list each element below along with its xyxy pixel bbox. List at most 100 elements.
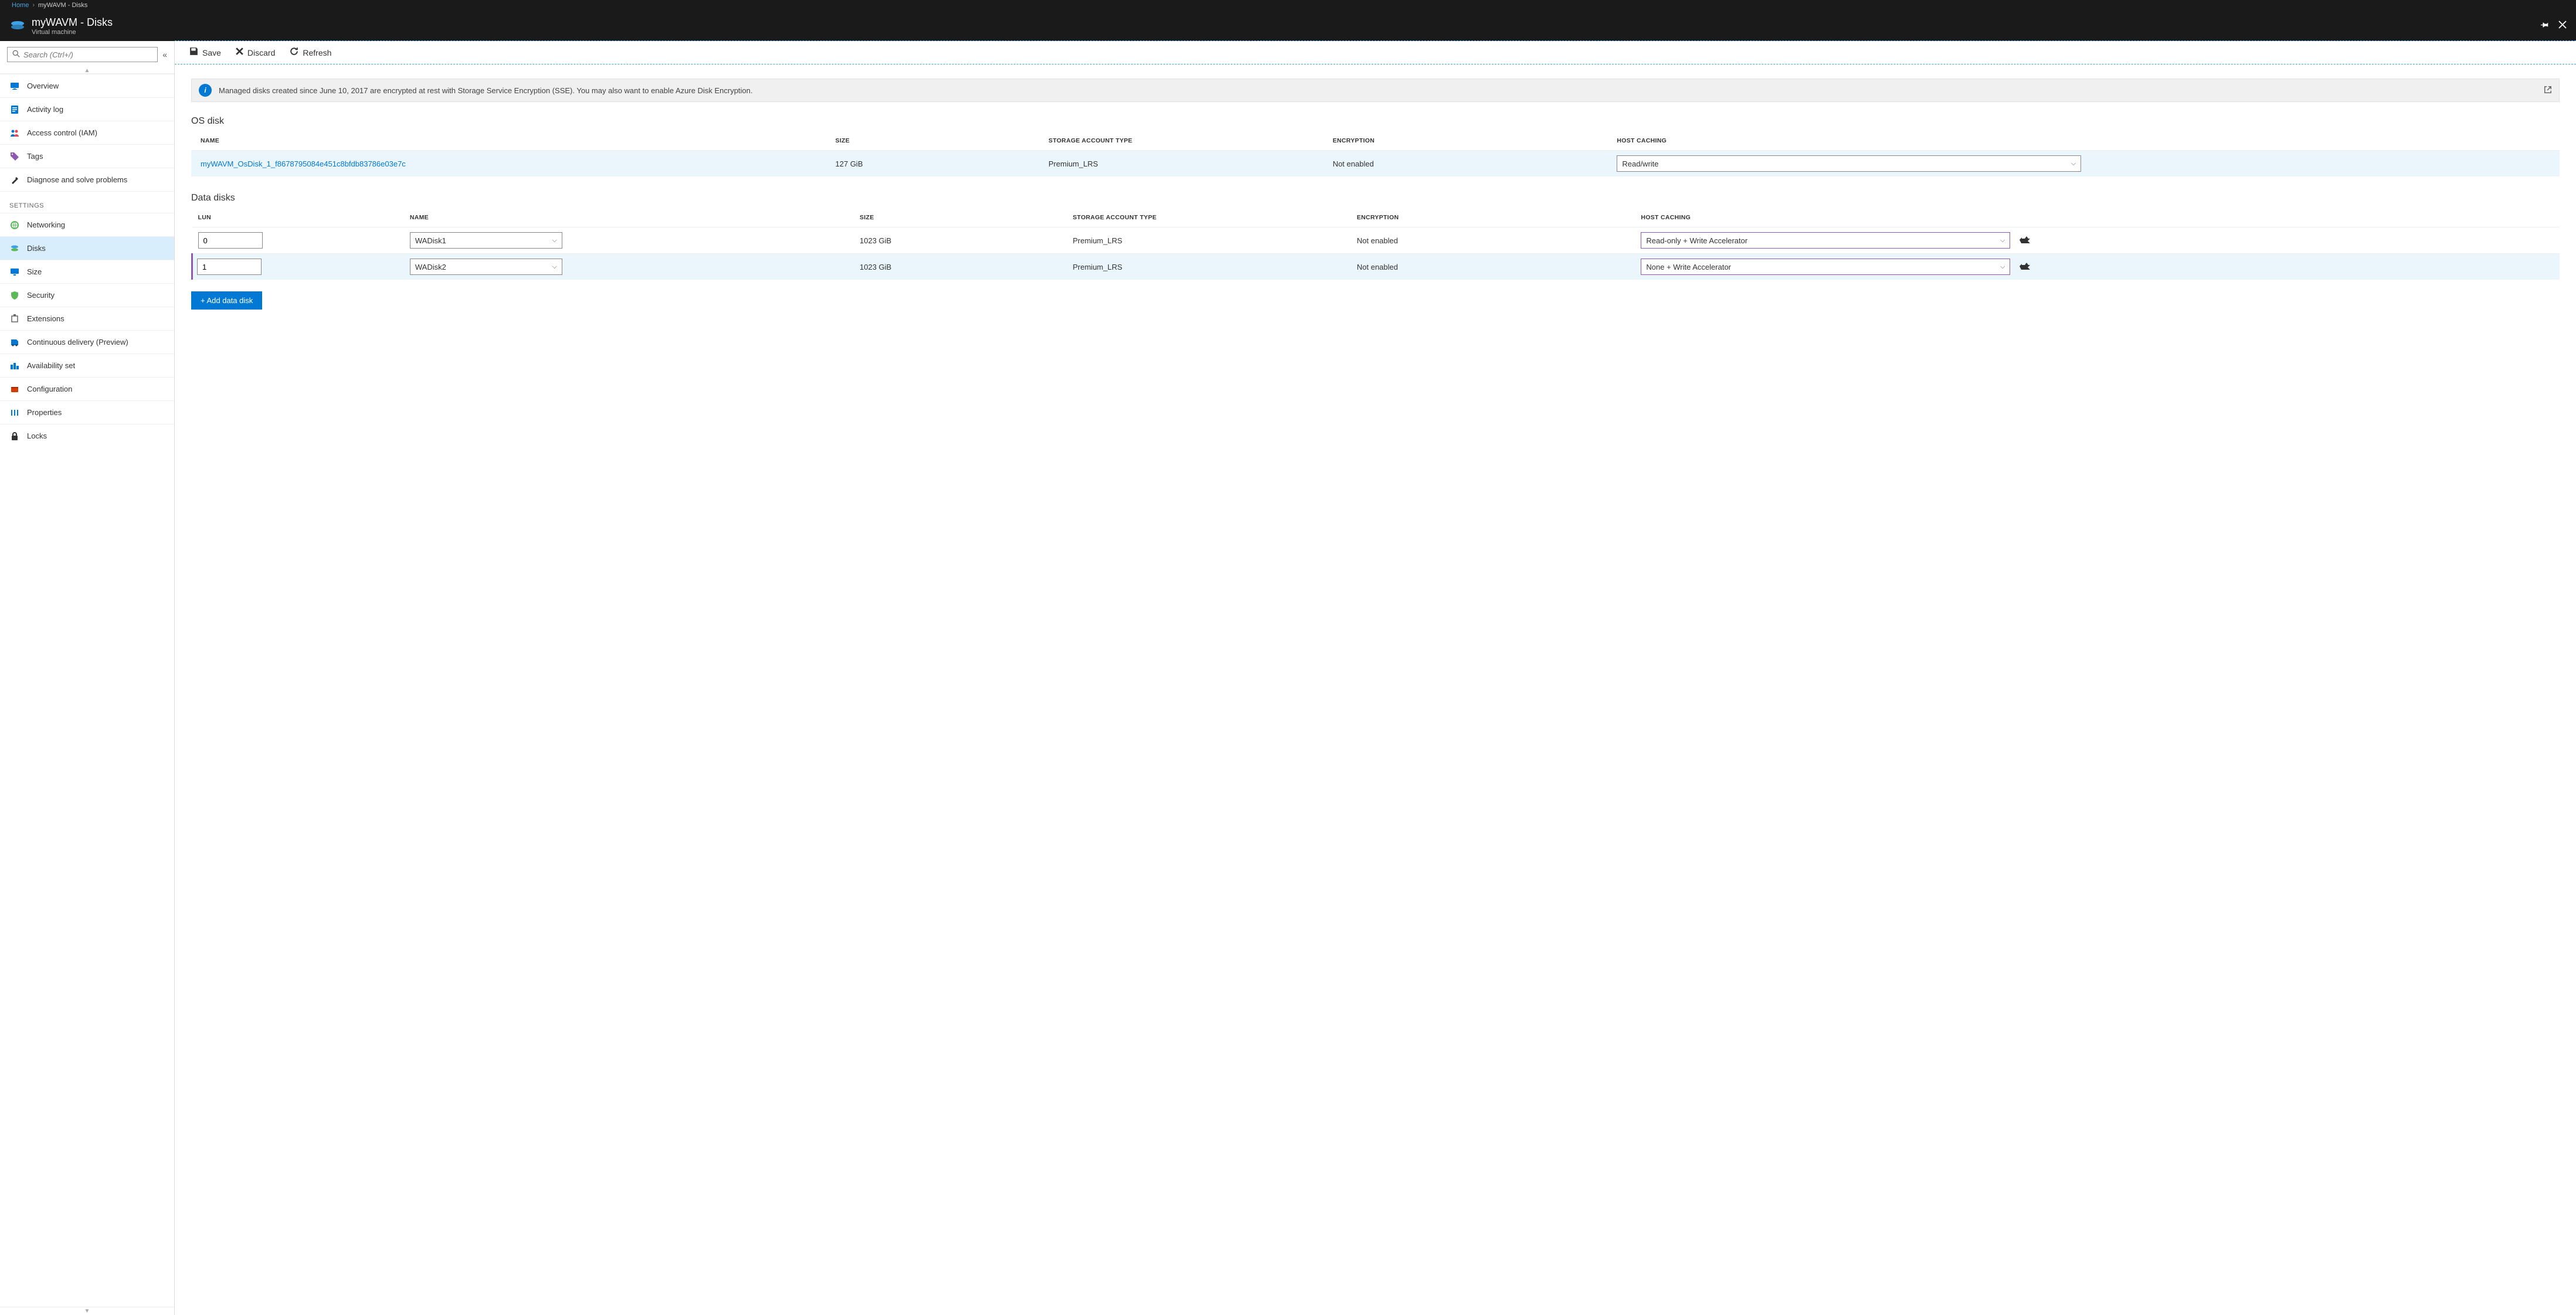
- nav-item-extensions[interactable]: Extensions: [0, 307, 174, 330]
- info-banner: i Managed disks created since June 10, 2…: [191, 79, 2560, 102]
- banner-text: Managed disks created since June 10, 201…: [219, 86, 753, 95]
- disk-name-select-0[interactable]: WADisk1 ⌵: [410, 232, 562, 249]
- nav-item-access-control[interactable]: Access control (IAM): [0, 121, 174, 144]
- col-encryption: ENCRYPTION: [1352, 208, 1637, 227]
- scroll-down-arrow[interactable]: ▼: [0, 1307, 174, 1315]
- nav-item-networking[interactable]: Networking: [0, 213, 174, 236]
- refresh-label: Refresh: [303, 48, 331, 57]
- nav-label: Disks: [27, 244, 46, 253]
- save-label: Save: [202, 48, 221, 57]
- breadcrumb: Home › myWAVM - Disks: [0, 0, 2576, 11]
- nav-label: Size: [27, 267, 42, 276]
- col-caching: HOST CACHING: [1636, 208, 2015, 227]
- lun-input-1[interactable]: [197, 259, 262, 275]
- search-icon: [12, 50, 20, 59]
- nav-label: Continuous delivery (Preview): [27, 338, 128, 346]
- nav-item-properties[interactable]: Properties: [0, 400, 174, 424]
- disk-caching-select-0[interactable]: Read-only + Write Accelerator ⌵: [1641, 232, 2010, 249]
- nav-item-disks[interactable]: Disks: [0, 236, 174, 260]
- breadcrumb-home[interactable]: Home: [12, 2, 29, 9]
- nav-label: Tags: [27, 152, 43, 161]
- disk-storage-1: Premium_LRS: [1068, 254, 1352, 280]
- collapse-sidebar-button[interactable]: «: [162, 50, 167, 59]
- search-placeholder: Search (Ctrl+/): [23, 50, 73, 59]
- os-disk-caching-select[interactable]: Read/write ⌵: [1617, 155, 2081, 172]
- col-storage: STORAGE ACCOUNT TYPE: [1044, 131, 1328, 151]
- table-header-row: LUN NAME SIZE STORAGE ACCOUNT TYPE ENCRY…: [192, 208, 2560, 227]
- write-accelerator-toggle-1[interactable]: [2020, 262, 2030, 271]
- nav-label: Activity log: [27, 105, 63, 114]
- toolbar: Save Discard Refresh: [175, 41, 2576, 64]
- info-icon: i: [199, 84, 212, 97]
- refresh-button[interactable]: Refresh: [289, 46, 331, 59]
- pin-button[interactable]: [2541, 21, 2549, 32]
- select-value: Read/write: [1622, 159, 1658, 168]
- scroll-up-arrow[interactable]: ▲: [0, 68, 174, 74]
- nav-label: Networking: [27, 220, 65, 229]
- nav-list[interactable]: Overview Activity log Access control (IA…: [0, 74, 174, 1307]
- disks-icon: [9, 243, 20, 254]
- nav-heading-settings: SETTINGS: [0, 191, 174, 213]
- save-button[interactable]: Save: [189, 46, 221, 59]
- search-input[interactable]: Search (Ctrl+/): [7, 47, 158, 62]
- breadcrumb-separator: ›: [32, 2, 35, 9]
- col-encryption: ENCRYPTION: [1328, 131, 1613, 151]
- disk-size-1: 1023 GiB: [855, 254, 1068, 280]
- select-value: WADisk1: [415, 236, 446, 245]
- discard-button[interactable]: Discard: [235, 47, 275, 59]
- col-size: SIZE: [855, 208, 1068, 227]
- properties-icon: [9, 407, 20, 418]
- discard-icon: [235, 47, 244, 59]
- nav-item-overview[interactable]: Overview: [0, 74, 174, 97]
- col-caching: HOST CACHING: [1612, 131, 2086, 151]
- close-button[interactable]: [2558, 21, 2567, 32]
- data-disks-heading: Data disks: [191, 193, 2560, 203]
- nav-label: Diagnose and solve problems: [27, 175, 127, 184]
- add-data-disk-button[interactable]: + Add data disk: [191, 291, 262, 310]
- col-name: NAME: [191, 131, 831, 151]
- nav-item-diagnose[interactable]: Diagnose and solve problems: [0, 168, 174, 191]
- write-accelerator-toggle-0[interactable]: [2020, 236, 2030, 245]
- nav-item-availability-set[interactable]: Availability set: [0, 354, 174, 377]
- chevron-down-icon: ⌵: [2000, 263, 2005, 271]
- data-disk-row-0: WADisk1 ⌵ 1023 GiB Premium_LRS Not enabl…: [192, 227, 2560, 254]
- external-link-icon[interactable]: [2544, 86, 2552, 96]
- nav-item-configuration[interactable]: Configuration: [0, 377, 174, 400]
- col-lun: LUN: [192, 208, 405, 227]
- select-value: WADisk2: [415, 263, 446, 271]
- chevron-down-icon: ⌵: [2071, 160, 2076, 168]
- disk-name-select-1[interactable]: WADisk2 ⌵: [410, 259, 562, 275]
- breadcrumb-current: myWAVM - Disks: [38, 2, 87, 9]
- data-disk-row-1: WADisk2 ⌵ 1023 GiB Premium_LRS Not enabl…: [192, 254, 2560, 280]
- size-icon: [9, 267, 20, 277]
- people-icon: [9, 128, 20, 138]
- os-disk-name-link[interactable]: myWAVM_OsDisk_1_f8678795084e451c8bfdb837…: [201, 159, 406, 168]
- disk-encryption-1: Not enabled: [1352, 254, 1637, 280]
- save-icon: [189, 46, 199, 59]
- tools-icon: [9, 175, 20, 185]
- shield-icon: [9, 290, 20, 301]
- lock-icon: [9, 431, 20, 441]
- disk-size-0: 1023 GiB: [855, 227, 1068, 254]
- table-header-row: NAME SIZE STORAGE ACCOUNT TYPE ENCRYPTIO…: [191, 131, 2560, 151]
- disk-caching-select-1[interactable]: None + Write Accelerator ⌵: [1641, 259, 2010, 275]
- select-value: Read-only + Write Accelerator: [1646, 236, 1747, 245]
- nav-item-activity-log[interactable]: Activity log: [0, 97, 174, 121]
- nav-label: Access control (IAM): [27, 128, 97, 137]
- availability-icon: [9, 361, 20, 371]
- monitor-icon: [9, 81, 20, 91]
- lun-input-0[interactable]: [198, 232, 263, 249]
- nav-label: Security: [27, 291, 55, 300]
- nav-item-locks[interactable]: Locks: [0, 424, 174, 447]
- network-icon: [9, 220, 20, 230]
- nav-item-continuous-delivery[interactable]: Continuous delivery (Preview): [0, 330, 174, 354]
- nav-item-size[interactable]: Size: [0, 260, 174, 283]
- delivery-icon: [9, 337, 20, 348]
- log-icon: [9, 104, 20, 115]
- nav-item-security[interactable]: Security: [0, 283, 174, 307]
- os-disk-storage: Premium_LRS: [1044, 151, 1328, 177]
- nav-label: Properties: [27, 408, 62, 417]
- nav-label: Locks: [27, 431, 47, 440]
- nav-item-tags[interactable]: Tags: [0, 144, 174, 168]
- col-name: NAME: [405, 208, 855, 227]
